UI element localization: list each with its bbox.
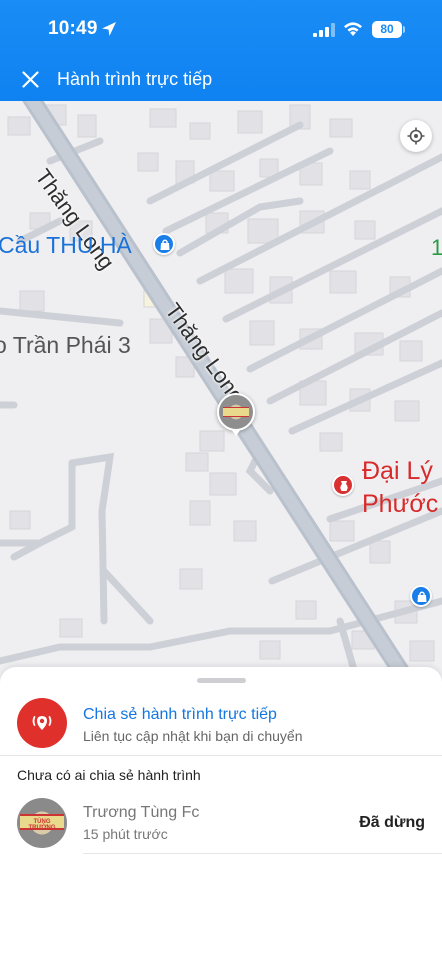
user-last-seen: 15 phút trước [83,826,168,842]
location-arrow-icon [102,22,116,36]
share-location-icon [17,698,67,748]
divider [83,853,442,854]
poi-label-dai-ly-line1: Đại Lý [362,457,433,485]
vase-pin-icon[interactable] [332,474,354,496]
nav-bar: Hành trình trực tiếp [0,58,442,100]
user-location-marker[interactable] [217,393,255,431]
poi-label-cau-thu-ha[interactable]: Cầu THU HÀ [0,232,132,259]
avatar: TÙNG TRƯỜNG [17,798,67,848]
user-name: Trương Tùng Fc [83,804,200,821]
marker-tip [231,429,241,436]
poi-label-dai-ly-line2: Phước [362,490,439,518]
cellular-signal-icon [313,23,335,37]
sheet-drag-handle[interactable] [197,678,246,683]
section-label: Chưa có ai chia sẻ hành trình [17,767,201,783]
divider [0,755,442,756]
map-view[interactable]: Thăng Long Thăng Long Cầu THU HÀ o Trần … [0,101,442,691]
list-item[interactable]: TÙNG TRƯỜNG Trương Tùng Fc 15 phút trước… [0,791,442,853]
avatar-logo-text: TÙNG TRƯỜNG [28,819,56,831]
battery-nub [403,26,405,33]
share-title: Chia sẻ hành trình trực tiếp [83,706,277,723]
shop-pin-icon[interactable] [153,233,175,255]
top-bar: 10:49 80 Hành trình trực tiếp [0,0,442,101]
poi-label-tran-phai[interactable]: o Trần Phái 3 [0,332,131,359]
marker-avatar-band [223,407,249,417]
close-icon [22,71,39,88]
page-title: Hành trình trực tiếp [57,69,213,89]
status-time: 10:49 [48,18,98,39]
status-badge: Đã dừng [359,814,425,831]
wifi-icon [344,22,362,36]
share-live-journey-button[interactable]: Chia sẻ hành trình trực tiếp Liên tục cậ… [0,693,442,755]
poi-label-dai-ly[interactable]: Đại Lý Phước [362,455,438,521]
share-subtitle: Liên tục cập nhật khi bạn di chuyển [83,728,303,744]
close-button[interactable] [14,62,48,96]
shop-pin-icon[interactable] [410,585,432,607]
crosshair-icon [407,127,425,145]
avatar-band: TÙNG TRƯỜNG [20,814,64,831]
poi-label-edge: 1 [431,235,442,260]
bottom-sheet: Chia sẻ hành trình trực tiếp Liên tục cậ… [0,667,442,960]
battery-indicator: 80 [372,21,402,38]
my-location-button[interactable] [400,120,432,152]
status-bar: 10:49 80 [0,0,442,58]
